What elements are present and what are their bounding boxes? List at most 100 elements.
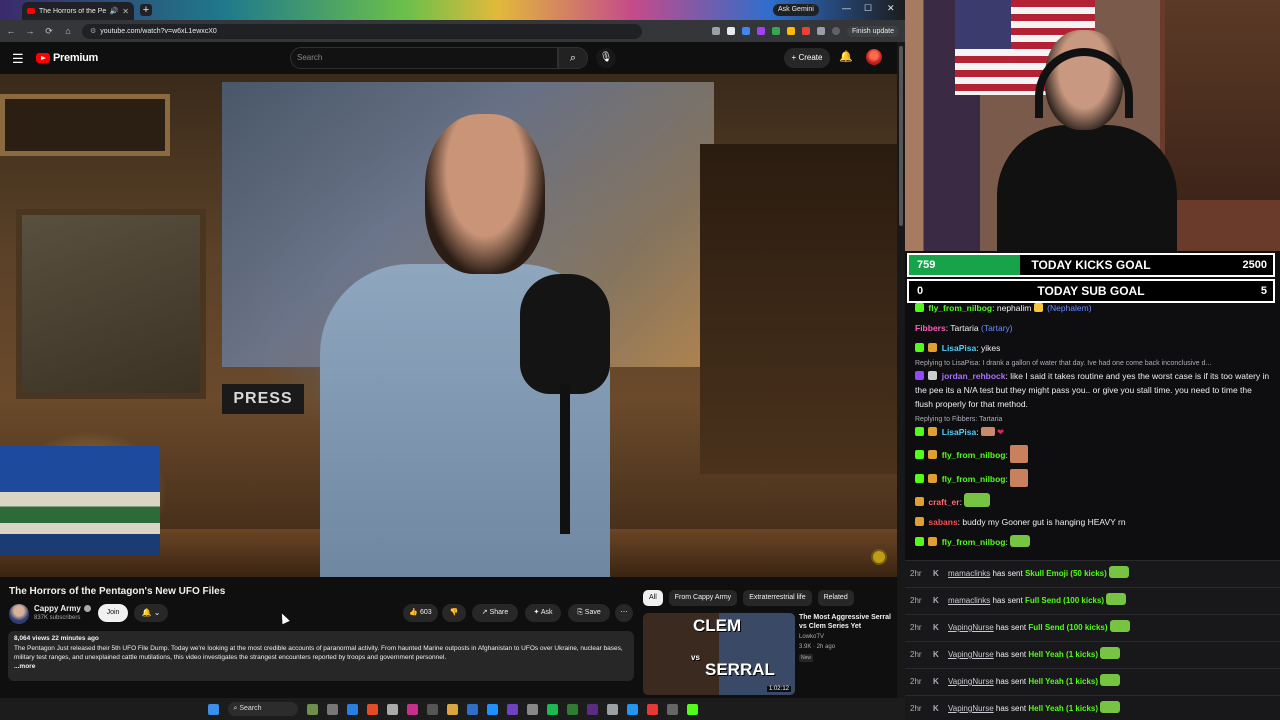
event-action: has sent — [995, 677, 1027, 686]
like-button[interactable]: 👍 603 — [403, 604, 438, 622]
back-icon[interactable]: ← — [6, 26, 16, 36]
app-icon[interactable] — [426, 703, 438, 715]
forward-icon[interactable]: → — [25, 26, 35, 36]
app-icon[interactable] — [566, 703, 578, 715]
show-more-link[interactable]: ...more — [14, 663, 628, 670]
edge-icon[interactable] — [346, 703, 358, 715]
ask-button[interactable]: ✦ Ask — [525, 604, 561, 622]
save-button[interactable]: ⎘ Save — [568, 604, 610, 622]
app-icon[interactable] — [526, 703, 538, 715]
dislike-button[interactable]: 👎 — [442, 604, 466, 622]
chat-username[interactable]: fly_from_nilbog — [942, 474, 1006, 484]
task-view-icon[interactable] — [326, 703, 338, 715]
url-field[interactable]: ⚙ youtube.com/watch?v=w6xL1ewxcX0 — [82, 23, 642, 39]
ask-gemini-button[interactable]: Ask Gemini — [773, 4, 819, 16]
chat-username[interactable]: LisaPisa — [942, 343, 977, 353]
create-button[interactable]: + Create — [784, 48, 830, 68]
extension-icon[interactable] — [741, 27, 750, 35]
chat-username[interactable]: jordan_rehbock — [942, 371, 1006, 381]
extension-icon[interactable] — [801, 27, 810, 35]
subscription-bell-button[interactable]: 🔔 ⌄ — [134, 604, 168, 622]
extension-icon[interactable] — [786, 27, 795, 35]
chip-extraterrestrial-life[interactable]: Extraterrestrial life — [743, 590, 812, 606]
video-player[interactable]: PRESS — [0, 74, 897, 577]
taskbar-search[interactable]: ⌕ Search — [227, 702, 298, 716]
extension-icon[interactable] — [756, 27, 765, 35]
event-user[interactable]: mamaclinks — [948, 596, 990, 605]
close-tab-icon[interactable]: ✕ — [122, 7, 129, 16]
app-icon[interactable] — [506, 703, 518, 715]
chat-message: craft_er: — [915, 493, 1270, 509]
share-button[interactable]: ↗ Share — [472, 604, 518, 622]
spotify-icon[interactable] — [546, 703, 558, 715]
microphone-icon[interactable]: 🎙 — [596, 48, 616, 68]
extension-icon[interactable] — [771, 27, 780, 35]
event-user[interactable]: VapingNurse — [948, 677, 994, 686]
chat-username[interactable]: sabans — [928, 517, 957, 527]
maximize-icon[interactable]: ☐ — [864, 3, 872, 14]
event-user[interactable]: VapingNurse — [948, 623, 994, 632]
search-icon[interactable]: ⌕ — [558, 47, 588, 69]
app-icon[interactable] — [386, 703, 398, 715]
chat-username[interactable]: fly_from_nilbog — [942, 450, 1006, 460]
page-scrollbar[interactable] — [897, 42, 905, 698]
file-explorer-icon[interactable] — [446, 703, 458, 715]
hamburger-menu-icon[interactable]: ☰ — [12, 51, 24, 67]
chat-username[interactable]: craft_er — [928, 497, 959, 507]
app-icon[interactable] — [626, 703, 638, 715]
finish-update-button[interactable]: Finish update — [846, 25, 899, 37]
badge-icon — [915, 517, 924, 526]
puzzle-icon[interactable] — [816, 27, 825, 35]
chip-related[interactable]: Related — [817, 590, 854, 606]
event-user[interactable]: VapingNurse — [948, 704, 994, 713]
chrome-icon[interactable] — [366, 703, 378, 715]
search-input[interactable]: Search — [290, 47, 558, 69]
event-row: 2hr K VapingNurse has sent Hell Yeah (1 … — [905, 668, 1280, 695]
chip-all[interactable]: All — [643, 590, 663, 606]
app-icon[interactable] — [466, 703, 478, 715]
related-video-thumbnail[interactable]: CLEM vs SERRAL 1:02:12 — [643, 613, 795, 695]
channel-name[interactable]: Cappy Army — [34, 604, 91, 613]
profile-avatar[interactable] — [831, 27, 840, 35]
widgets-icon[interactable] — [306, 703, 318, 715]
chat-username[interactable]: LisaPisa — [942, 427, 977, 437]
related-video-channel[interactable]: LowkoTV — [799, 634, 824, 640]
new-tab-button[interactable]: + — [140, 4, 152, 16]
speaker-icon[interactable]: 🔊 — [110, 7, 119, 15]
kick-icon[interactable] — [686, 703, 698, 715]
chat-username[interactable]: Fibbers — [915, 323, 946, 333]
event-user[interactable]: VapingNurse — [948, 650, 994, 659]
app-icon[interactable] — [606, 703, 618, 715]
more-actions-icon[interactable]: ⋯ — [615, 604, 633, 622]
site-info-icon[interactable]: ⚙ — [90, 24, 96, 39]
bookmark-star-icon[interactable] — [726, 27, 735, 35]
related-video-title[interactable]: The Most Aggressive Serral vs Clem Serie… — [799, 613, 891, 631]
app-icon[interactable] — [586, 703, 598, 715]
notifications-bell-icon[interactable]: 🔔 — [839, 50, 853, 63]
chat-username[interactable]: fly_from_nilbog — [928, 303, 992, 313]
app-icon[interactable] — [406, 703, 418, 715]
youtube-logo[interactable]: Premium — [36, 52, 98, 64]
event-user[interactable]: mamaclinks — [948, 569, 990, 578]
app-icon[interactable] — [646, 703, 658, 715]
description-box[interactable]: 8,064 views 22 minutes ago The Pentagon … — [8, 631, 634, 681]
app-icon[interactable] — [666, 703, 678, 715]
chip-from-channel[interactable]: From Cappy Army — [668, 590, 738, 606]
chat-reply-context: Replying to LisaPisa: I drank a gallon o… — [915, 360, 1212, 367]
install-icon[interactable] — [711, 27, 720, 35]
video-duration: 1:02:12 — [766, 686, 791, 692]
close-window-icon[interactable]: ✕ — [887, 3, 895, 14]
account-avatar[interactable] — [866, 49, 882, 65]
minimize-icon[interactable]: — — [842, 3, 851, 13]
chat-username[interactable]: fly_from_nilbog — [942, 537, 1006, 547]
home-icon[interactable]: ⌂ — [63, 26, 73, 36]
app-icon[interactable] — [486, 703, 498, 715]
browser-tab-youtube[interactable]: The Horrors of the Pentago 🔊 ✕ — [22, 2, 134, 20]
channel-watermark-icon[interactable] — [871, 549, 887, 565]
join-button[interactable]: Join — [98, 604, 128, 622]
event-gift: Hell Yeah (1 kicks) — [1028, 704, 1099, 713]
windows-start-icon[interactable] — [207, 703, 219, 715]
channel-avatar[interactable] — [9, 604, 29, 624]
reload-icon[interactable]: ⟳ — [44, 26, 54, 37]
scrollbar-thumb[interactable] — [899, 46, 903, 226]
